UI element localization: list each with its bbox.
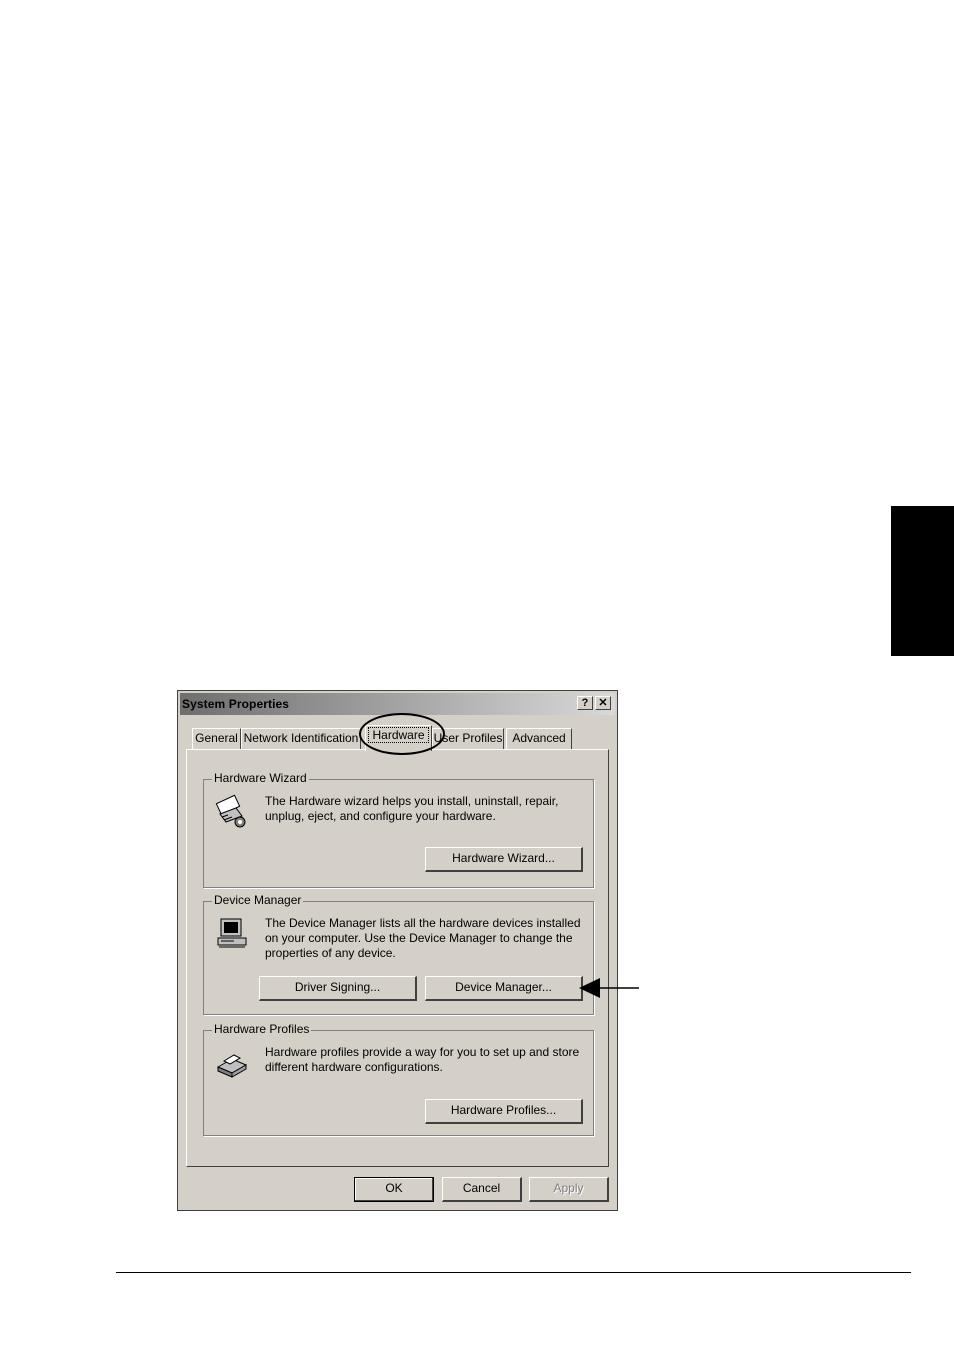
tab-general-label: General bbox=[195, 731, 238, 745]
hardware-wizard-group-title: Hardware Wizard bbox=[212, 771, 309, 785]
device-manager-group-title: Device Manager bbox=[212, 893, 304, 907]
tab-network-identification[interactable]: Network Identification bbox=[241, 728, 361, 750]
help-button[interactable]: ? bbox=[577, 696, 593, 710]
dialog-title: System Properties bbox=[182, 697, 290, 711]
tab-general[interactable]: General bbox=[192, 728, 241, 750]
hardware-wizard-icon bbox=[215, 794, 246, 828]
device-manager-group: Device Manager The Device Manager lists … bbox=[203, 893, 594, 1015]
hardware-wizard-group: Hardware Wizard The Hardware wizard help… bbox=[203, 771, 594, 888]
tab-advanced-label: Advanced bbox=[512, 731, 566, 745]
ok-button[interactable]: OK bbox=[354, 1177, 434, 1202]
title-bar: System Properties ? ✕ bbox=[180, 693, 615, 715]
system-properties-dialog: System Properties ? ✕ General Network Id… bbox=[177, 690, 618, 1211]
device-manager-description: The Device Manager lists all the hardwar… bbox=[265, 916, 581, 960]
apply-button[interactable]: Apply bbox=[529, 1177, 609, 1202]
hardware-tab-panel: Hardware Wizard The Hardware wizard help… bbox=[186, 749, 609, 1167]
footer-divider bbox=[116, 1272, 911, 1273]
cancel-button[interactable]: Cancel bbox=[442, 1177, 522, 1202]
hardware-profiles-description: Hardware profiles provide a way for you … bbox=[265, 1045, 580, 1074]
hardware-profiles-button[interactable]: Hardware Profiles... bbox=[425, 1099, 583, 1124]
tab-advanced[interactable]: Advanced bbox=[506, 728, 572, 750]
hardware-profiles-icon bbox=[216, 1054, 248, 1078]
hardware-wizard-button[interactable]: Hardware Wizard... bbox=[425, 847, 583, 872]
close-button[interactable]: ✕ bbox=[595, 696, 611, 710]
tab-network-identification-label: Network Identification bbox=[243, 731, 359, 745]
computer-icon bbox=[217, 918, 247, 948]
hardware-tab-highlight-circle bbox=[359, 713, 445, 755]
driver-signing-button[interactable]: Driver Signing... bbox=[259, 976, 417, 1001]
chapter-tab-marker bbox=[891, 506, 954, 656]
hardware-profiles-group-title: Hardware Profiles bbox=[212, 1022, 312, 1036]
hardware-profiles-group: Hardware Profiles Hardware profiles prov… bbox=[203, 1022, 594, 1136]
pointer-arrow-icon bbox=[579, 978, 639, 998]
device-manager-button[interactable]: Device Manager... bbox=[425, 976, 583, 1001]
hardware-wizard-description: The Hardware wizard helps you install, u… bbox=[265, 794, 559, 823]
